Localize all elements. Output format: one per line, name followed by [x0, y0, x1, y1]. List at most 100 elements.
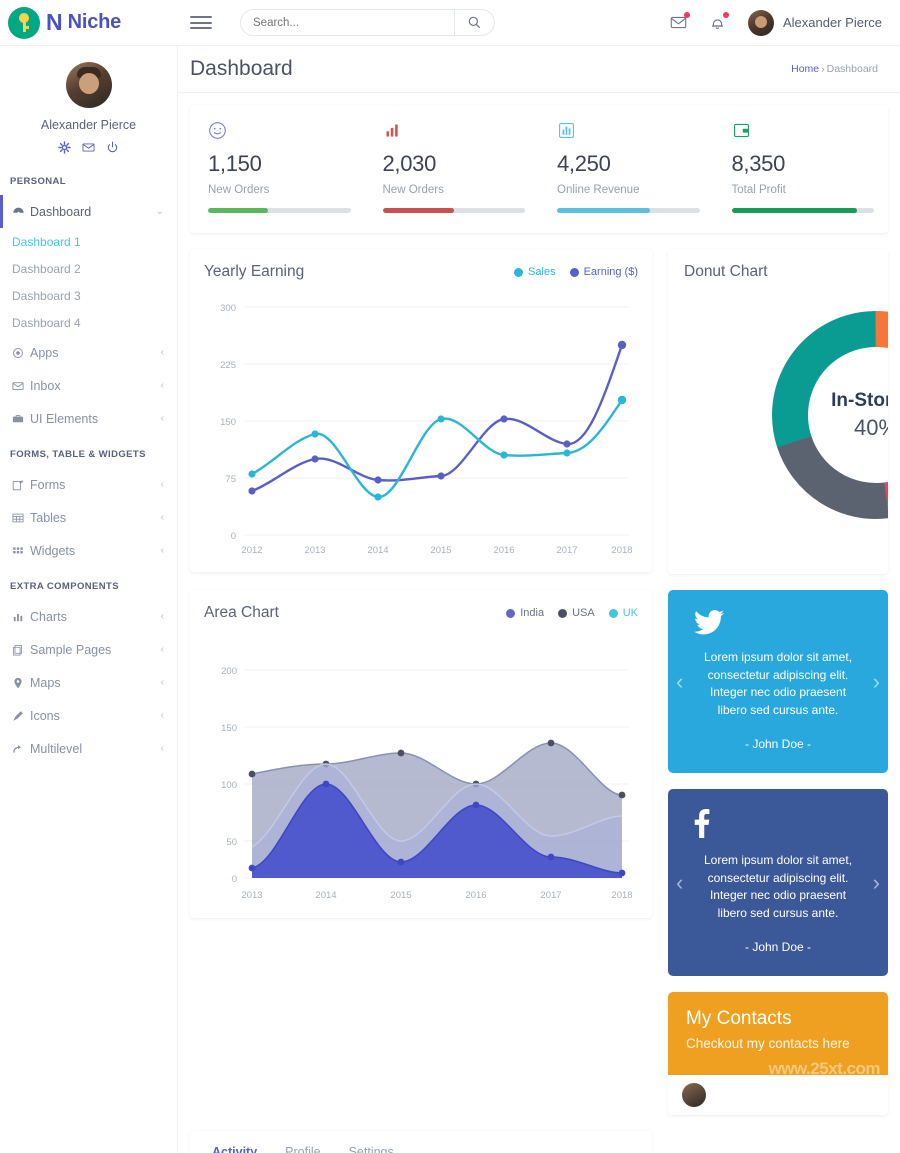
- chevron-left-icon: ‹: [160, 413, 164, 424]
- legend-item-sales[interactable]: Sales: [514, 266, 556, 278]
- progress-track: [382, 208, 525, 213]
- sidebar-item-apps[interactable]: Apps ‹: [0, 336, 177, 369]
- legend-dot: [608, 608, 618, 618]
- legend-dot: [569, 267, 579, 277]
- tab-activity[interactable]: Activity: [198, 1131, 271, 1153]
- sidebar-item-inbox[interactable]: Inbox ‹: [0, 369, 177, 402]
- svg-text:2015: 2015: [430, 545, 451, 556]
- sidebar-item-tables[interactable]: Tables ‹: [0, 501, 177, 534]
- sidebar-item-widgets[interactable]: Widgets ‹: [0, 534, 177, 567]
- sidebar-subitem-dashboard-4[interactable]: Dashboard 4: [0, 309, 177, 336]
- sidebar-item-forms[interactable]: Forms ‹: [0, 468, 177, 501]
- legend-dot: [558, 608, 568, 618]
- sidebar-item-label: Maps: [30, 675, 61, 690]
- sidebar-item-icons[interactable]: Icons ‹: [0, 699, 177, 732]
- sidebar-profile-name: Alexander Pierce: [40, 118, 137, 132]
- notifications-button[interactable]: [709, 12, 729, 31]
- legend-label: Sales: [528, 266, 556, 278]
- search-input[interactable]: [253, 16, 442, 29]
- svg-text:2015: 2015: [390, 890, 411, 901]
- gear-icon[interactable]: [58, 141, 71, 154]
- sidebar-item-ui-elements[interactable]: UI Elements ‹: [0, 402, 177, 435]
- svg-text:2017: 2017: [540, 890, 561, 901]
- chevron-left-icon: ‹: [160, 644, 164, 655]
- stat-label: Online Revenue: [557, 184, 640, 196]
- sidebar-item-label: Tables: [30, 510, 67, 525]
- sidebar-profile-actions: [0, 141, 177, 154]
- sidebar-item-sample-pages[interactable]: Sample Pages ‹: [0, 633, 177, 666]
- testimonial-author: - John Doe -: [744, 737, 812, 751]
- tab-settings[interactable]: Settings: [335, 1131, 408, 1153]
- sidebar-item-charts[interactable]: Charts ‹: [0, 600, 177, 633]
- brand-zone[interactable]: N Niche: [0, 0, 178, 46]
- stat-card-total-profit: 8,350 Total Profit: [714, 121, 889, 213]
- sidebar-avatar[interactable]: [65, 62, 112, 108]
- main-content: Dashboard Home › Dashboard 1,150 New Order…: [178, 46, 900, 1153]
- legend-label: USA: [572, 607, 595, 619]
- page-title: Dashboard: [190, 57, 293, 80]
- mail-icon[interactable]: [82, 141, 95, 154]
- forms-icon: [12, 479, 30, 491]
- svg-text:2018: 2018: [611, 890, 632, 901]
- charts-icon: [12, 611, 30, 623]
- my-contacts-banner[interactable]: My Contacts Checkout my contacts here ww…: [668, 992, 888, 1075]
- legend-item-usa[interactable]: USA: [558, 607, 595, 619]
- page-header: Dashboard Home › Dashboard: [178, 46, 900, 93]
- stat-value: 4,250: [557, 151, 611, 176]
- my-contacts-card: My Contacts Checkout my contacts here ww…: [668, 992, 888, 1115]
- tab-profile[interactable]: Profile: [271, 1131, 334, 1153]
- svg-text:2016: 2016: [493, 545, 514, 556]
- legend-item-india[interactable]: India: [506, 607, 544, 619]
- messages-button[interactable]: [670, 12, 690, 31]
- brand-name: Niche: [67, 11, 122, 33]
- pages-icon: [12, 644, 30, 656]
- progress-fill: [208, 208, 268, 213]
- my-contacts-list-item[interactable]: [668, 1075, 888, 1115]
- sidebar-subitem-dashboard-1[interactable]: Dashboard 1: [0, 228, 177, 255]
- search-box[interactable]: [240, 9, 455, 36]
- sidebar-item-multilevel[interactable]: Multilevel ‹: [0, 732, 177, 765]
- sidebar-item-label: Widgets: [30, 543, 76, 558]
- legend-dot: [506, 608, 516, 618]
- svg-text:100: 100: [221, 780, 237, 791]
- stat-value: 8,350: [731, 151, 786, 176]
- carousel-next-button[interactable]: ›: [873, 670, 880, 693]
- power-icon[interactable]: [106, 141, 119, 154]
- chevron-left-icon: ‹: [160, 479, 164, 490]
- donut-chart-title: Donut Chart: [684, 263, 768, 280]
- legend-item-uk[interactable]: UK: [608, 607, 638, 619]
- svg-text:300: 300: [220, 303, 236, 314]
- yearly-earning-card: Yearly Earning Sales Earning ($) 300 225…: [190, 249, 652, 572]
- yearly-earning-column: Yearly Earning Sales Earning ($) 300 225…: [190, 249, 652, 574]
- sidebar-subitem-dashboard-2[interactable]: Dashboard 2: [0, 255, 177, 282]
- user-menu[interactable]: Alexander Pierce: [748, 9, 882, 36]
- carousel-prev-button[interactable]: ‹: [676, 871, 683, 894]
- sidebar-profile: Alexander Pierce: [0, 46, 177, 162]
- chevron-left-icon: ‹: [160, 545, 164, 556]
- carousel-next-button[interactable]: ›: [873, 871, 880, 894]
- svg-text:2013: 2013: [241, 890, 262, 901]
- hamburger-menu-icon[interactable]: [190, 13, 212, 33]
- widgets-icon: [12, 545, 30, 557]
- svg-text:2012: 2012: [241, 545, 262, 556]
- user-name: Alexander Pierce: [783, 15, 882, 30]
- sidebar-item-dashboard[interactable]: Dashboard ⌄: [0, 195, 177, 228]
- donut-chart-card: Donut Chart In-Sto 40: [668, 249, 888, 574]
- twitter-icon: [694, 610, 862, 635]
- icons-icon: [12, 710, 30, 722]
- search-button[interactable]: [455, 9, 495, 36]
- charts-row-2: Area Chart India USA UK 200 150 100 50 0…: [190, 590, 888, 1115]
- svg-text:75: 75: [225, 474, 236, 485]
- progress-track: [557, 208, 700, 213]
- sidebar-subitem-dashboard-3[interactable]: Dashboard 3: [0, 282, 177, 309]
- legend-item-earning[interactable]: Earning ($): [569, 266, 638, 278]
- carousel-prev-button[interactable]: ‹: [676, 670, 683, 693]
- sidebar-item-label: Dashboard: [30, 204, 92, 219]
- my-contacts-title: My Contacts: [686, 1008, 792, 1029]
- chevron-left-icon: ‹: [160, 743, 164, 754]
- area-chart-column: Area Chart India USA UK 200 150 100 50 0…: [190, 590, 652, 1115]
- smiley-icon: [208, 121, 351, 141]
- breadcrumb-home[interactable]: Home: [791, 63, 819, 75]
- sidebar-item-maps[interactable]: Maps ‹: [0, 666, 177, 699]
- svg-text:2014: 2014: [367, 545, 388, 556]
